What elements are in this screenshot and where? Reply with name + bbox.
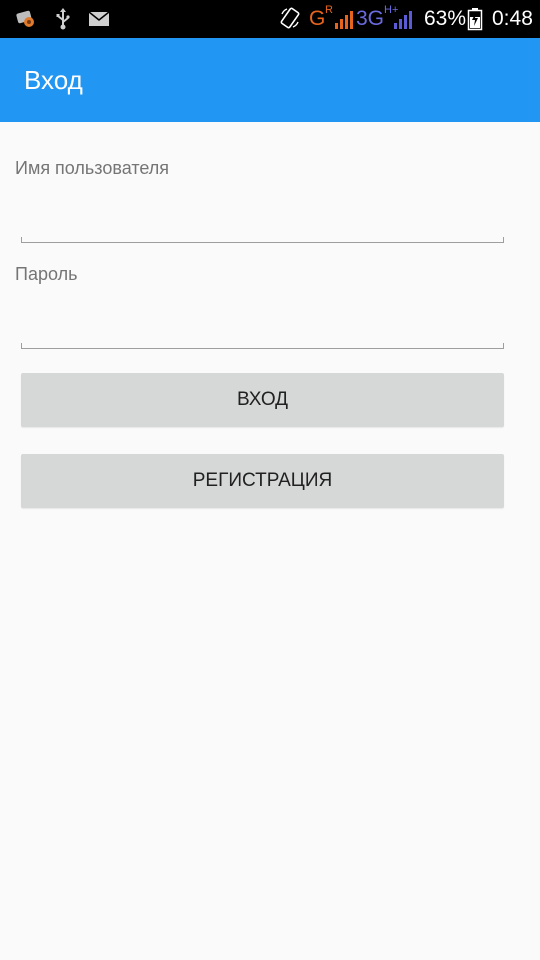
battery-percent: 63% — [424, 7, 467, 30]
notification-icon — [14, 8, 38, 30]
signal-icon — [334, 9, 354, 31]
app-bar: Вход — [0, 38, 540, 122]
login-button[interactable]: ВХОД — [21, 373, 504, 427]
password-input[interactable] — [21, 313, 504, 343]
rotate-icon — [279, 6, 301, 29]
username-input[interactable] — [21, 207, 504, 237]
username-underline — [21, 237, 504, 243]
network-type-label-2: 3G — [356, 7, 385, 30]
usb-icon — [54, 8, 72, 30]
page-title: Вход — [24, 65, 83, 95]
network-type-label: G — [309, 7, 326, 30]
clock: 0:48 — [492, 7, 533, 30]
status-bar: G R 3G H+ 63% 0:48 — [0, 0, 540, 38]
username-label: Имя пользователя — [15, 158, 170, 178]
register-button[interactable]: РЕГИСТРАЦИЯ — [21, 454, 504, 508]
battery-icon — [467, 7, 483, 31]
network-type-sublabel: R — [325, 4, 333, 16]
mail-icon — [88, 8, 110, 30]
password-label: Пароль — [15, 264, 78, 284]
password-underline — [21, 343, 504, 349]
signal-icon — [393, 9, 413, 31]
